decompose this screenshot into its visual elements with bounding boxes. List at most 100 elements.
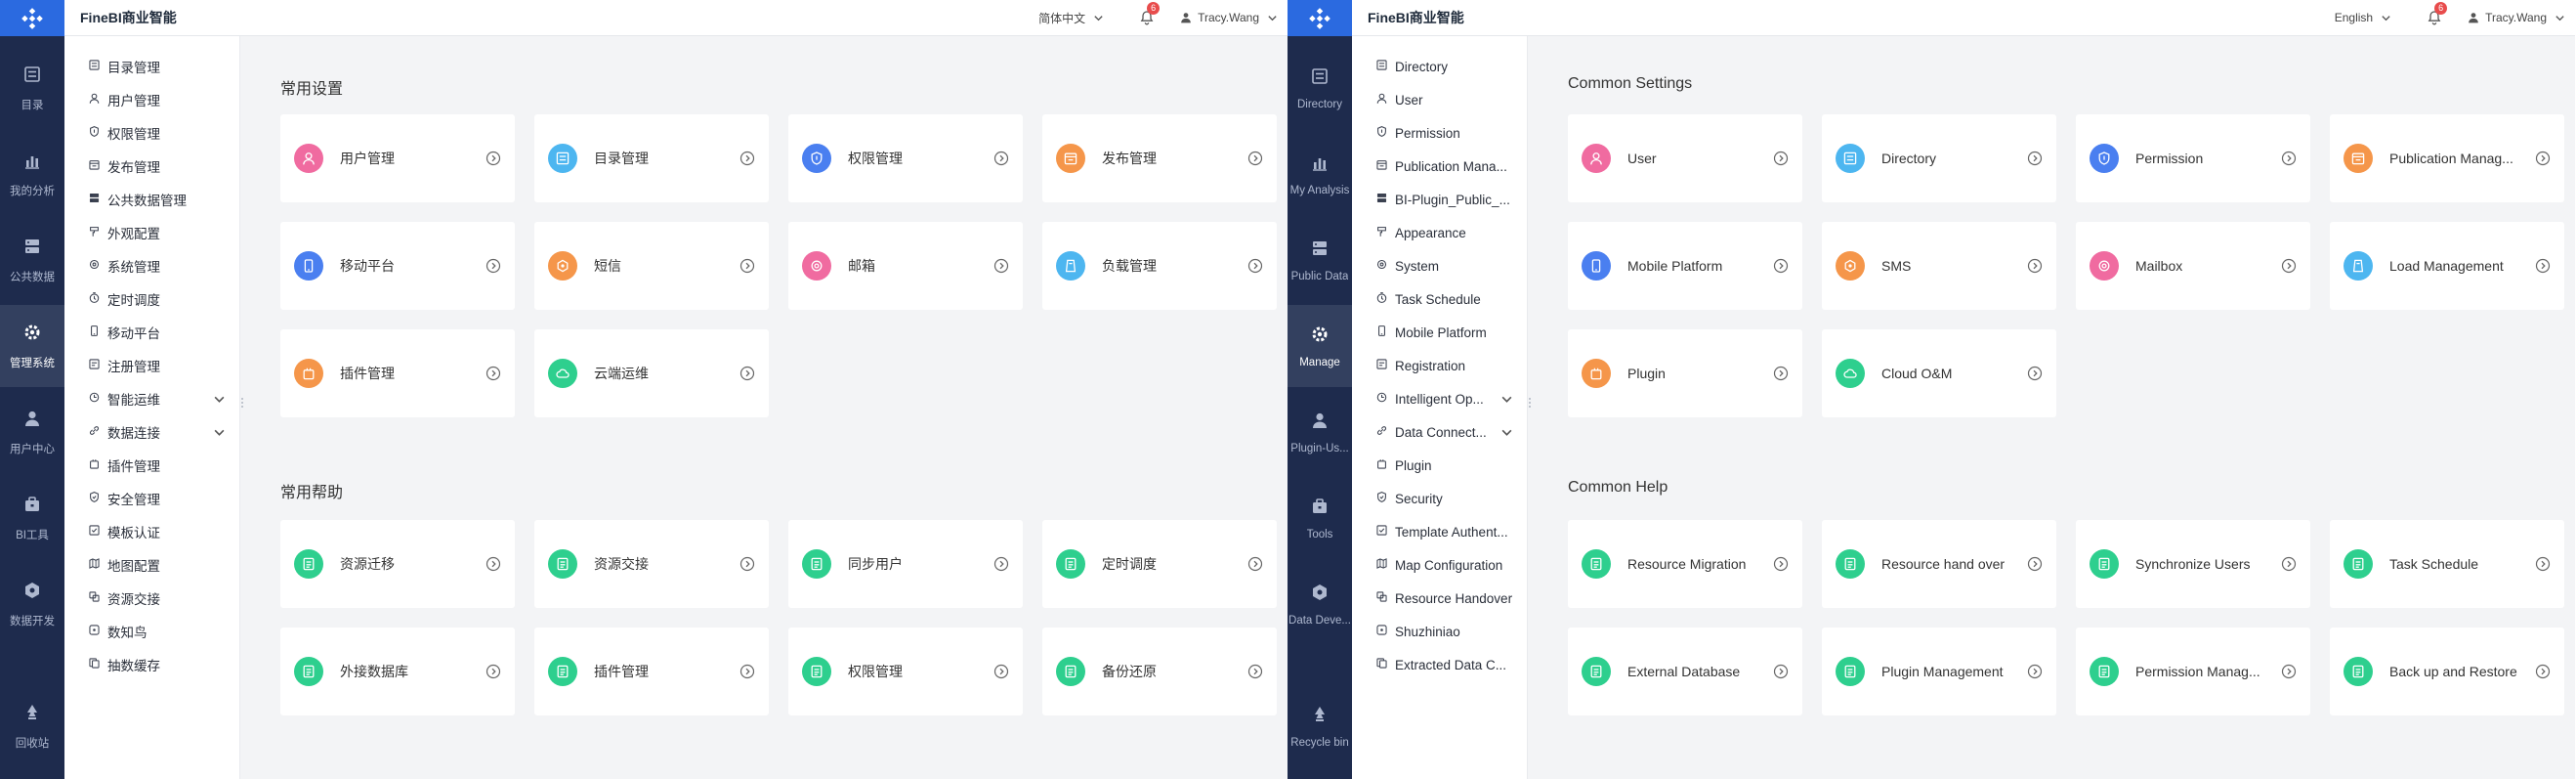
nav-item-map[interactable]: Map Configuration bbox=[1352, 548, 1528, 582]
nav-item-directory[interactable]: Directory bbox=[1352, 50, 1528, 83]
settings-card-mailbox[interactable]: 邮箱 bbox=[788, 222, 1023, 310]
help-card[interactable]: Plugin Management bbox=[1822, 628, 2056, 715]
nav-item-template-auth[interactable]: 模板认证 bbox=[64, 515, 240, 548]
nav-item-mobile[interactable]: Mobile Platform bbox=[1352, 316, 1528, 349]
help-card[interactable]: Resource hand over bbox=[1822, 520, 2056, 608]
settings-card-sms[interactable]: 短信 bbox=[534, 222, 769, 310]
nav-item-public-data[interactable]: BI-Plugin_Public_... bbox=[1352, 183, 1528, 216]
rail-item-tools[interactable]: BI工具 bbox=[0, 477, 64, 559]
rail-item-manage[interactable]: 管理系统 bbox=[0, 305, 64, 387]
nav-item-extract-cache[interactable]: Extracted Data C... bbox=[1352, 648, 1528, 681]
nav-item-permission[interactable]: Permission bbox=[1352, 116, 1528, 150]
settings-card-mobile[interactable]: 移动平台 bbox=[280, 222, 515, 310]
help-card[interactable]: 定时调度 bbox=[1042, 520, 1277, 608]
nav-item-appearance[interactable]: 外观配置 bbox=[64, 216, 240, 249]
rail-item-manage[interactable]: Manage bbox=[1288, 305, 1352, 387]
rail-item-directory[interactable]: Directory bbox=[1288, 47, 1352, 129]
rail-item-data-dev[interactable]: Data Deve... bbox=[1288, 563, 1352, 645]
nav-item-map[interactable]: 地图配置 bbox=[64, 548, 240, 582]
help-card[interactable]: 备份还原 bbox=[1042, 628, 1277, 715]
settings-card-permission[interactable]: 权限管理 bbox=[788, 114, 1023, 202]
nav-item-publication[interactable]: Publication Mana... bbox=[1352, 150, 1528, 183]
nav-item-schedule[interactable]: Task Schedule bbox=[1352, 282, 1528, 316]
nav-item-intelligent-ops[interactable]: Intelligent Op... bbox=[1352, 382, 1528, 415]
nav-item-mobile[interactable]: 移动平台 bbox=[64, 316, 240, 349]
expand-chevron[interactable] bbox=[1500, 393, 1520, 409]
nav-item-system[interactable]: 系统管理 bbox=[64, 249, 240, 282]
panel-resize-handle[interactable] bbox=[1527, 396, 1533, 411]
settings-card-user[interactable]: User bbox=[1568, 114, 1802, 202]
settings-card-permission[interactable]: Permission bbox=[2076, 114, 2310, 202]
nav-item-shuzhiniao[interactable]: Shuzhiniao bbox=[1352, 615, 1528, 648]
rail-item-recycle-bin[interactable]: Recycle bin bbox=[1288, 685, 1352, 767]
language-selector[interactable]: 简体中文 bbox=[1038, 10, 1104, 26]
rail-item-analysis[interactable]: 我的分析 bbox=[0, 133, 64, 215]
nav-item-user[interactable]: User bbox=[1352, 83, 1528, 116]
rail-item-data-dev[interactable]: 数据开发 bbox=[0, 563, 64, 645]
notification-button[interactable]: 6 bbox=[2425, 2, 2448, 27]
settings-card-publication[interactable]: Publication Manag... bbox=[2330, 114, 2564, 202]
nav-item-intelligent-ops[interactable]: 智能运维 bbox=[64, 382, 240, 415]
help-card[interactable]: 同步用户 bbox=[788, 520, 1023, 608]
nav-item-plugin[interactable]: 插件管理 bbox=[64, 449, 240, 482]
nav-item-system[interactable]: System bbox=[1352, 249, 1528, 282]
nav-item-public-data[interactable]: 公共数据管理 bbox=[64, 183, 240, 216]
settings-card-directory[interactable]: Directory bbox=[1822, 114, 2056, 202]
settings-card-sms[interactable]: SMS bbox=[1822, 222, 2056, 310]
rail-item-user-center[interactable]: Plugin-Us... bbox=[1288, 391, 1352, 473]
panel-resize-handle[interactable] bbox=[239, 396, 245, 411]
nav-item-permission[interactable]: 权限管理 bbox=[64, 116, 240, 150]
nav-item-registration[interactable]: Registration bbox=[1352, 349, 1528, 382]
settings-card-plugin[interactable]: Plugin bbox=[1568, 329, 1802, 417]
nav-item-publication[interactable]: 发布管理 bbox=[64, 150, 240, 183]
nav-item-appearance[interactable]: Appearance bbox=[1352, 216, 1528, 249]
nav-item-directory[interactable]: 目录管理 bbox=[64, 50, 240, 83]
help-card[interactable]: 权限管理 bbox=[788, 628, 1023, 715]
settings-card-directory[interactable]: 目录管理 bbox=[534, 114, 769, 202]
help-card[interactable]: Task Schedule bbox=[2330, 520, 2564, 608]
settings-card-cloud[interactable]: Cloud O&M bbox=[1822, 329, 2056, 417]
help-card[interactable]: 资源交接 bbox=[534, 520, 769, 608]
expand-chevron[interactable] bbox=[213, 393, 232, 409]
rail-item-directory[interactable]: 目录 bbox=[0, 47, 64, 129]
settings-card-cloud[interactable]: 云端运维 bbox=[534, 329, 769, 417]
expand-chevron[interactable] bbox=[213, 426, 232, 442]
settings-card-publication[interactable]: 发布管理 bbox=[1042, 114, 1277, 202]
help-card[interactable]: Resource Migration bbox=[1568, 520, 1802, 608]
home-logo-button[interactable] bbox=[1288, 0, 1352, 36]
rail-item-public-data[interactable]: 公共数据 bbox=[0, 219, 64, 301]
help-card[interactable]: External Database bbox=[1568, 628, 1802, 715]
nav-item-user[interactable]: 用户管理 bbox=[64, 83, 240, 116]
help-card[interactable]: 资源迁移 bbox=[280, 520, 515, 608]
settings-card-mailbox[interactable]: Mailbox bbox=[2076, 222, 2310, 310]
settings-card-plugin[interactable]: 插件管理 bbox=[280, 329, 515, 417]
nav-item-handover[interactable]: Resource Handover bbox=[1352, 582, 1528, 615]
rail-item-tools[interactable]: Tools bbox=[1288, 477, 1352, 559]
notification-button[interactable]: 6 bbox=[1137, 2, 1161, 27]
user-menu[interactable]: Tracy.Wang bbox=[1180, 11, 1284, 24]
help-card[interactable]: Back up and Restore bbox=[2330, 628, 2564, 715]
help-card[interactable]: 插件管理 bbox=[534, 628, 769, 715]
nav-item-data-connection[interactable]: Data Connect... bbox=[1352, 415, 1528, 449]
language-selector[interactable]: English bbox=[2335, 11, 2391, 24]
rail-item-analysis[interactable]: My Analysis bbox=[1288, 133, 1352, 215]
nav-item-registration[interactable]: 注册管理 bbox=[64, 349, 240, 382]
settings-card-user[interactable]: 用户管理 bbox=[280, 114, 515, 202]
nav-item-template-auth[interactable]: Template Authent... bbox=[1352, 515, 1528, 548]
settings-card-mobile[interactable]: Mobile Platform bbox=[1568, 222, 1802, 310]
home-logo-button[interactable] bbox=[0, 0, 64, 36]
help-card[interactable]: Synchronize Users bbox=[2076, 520, 2310, 608]
rail-item-public-data[interactable]: Public Data bbox=[1288, 219, 1352, 301]
nav-item-security[interactable]: Security bbox=[1352, 482, 1528, 515]
nav-item-handover[interactable]: 资源交接 bbox=[64, 582, 240, 615]
nav-item-shuzhiniao[interactable]: 数知鸟 bbox=[64, 615, 240, 648]
nav-item-data-connection[interactable]: 数据连接 bbox=[64, 415, 240, 449]
rail-item-user-center[interactable]: 用户中心 bbox=[0, 391, 64, 473]
user-menu[interactable]: Tracy.Wang bbox=[2468, 11, 2571, 24]
settings-card-load[interactable]: Load Management bbox=[2330, 222, 2564, 310]
nav-item-plugin[interactable]: Plugin bbox=[1352, 449, 1528, 482]
help-card[interactable]: Permission Manag... bbox=[2076, 628, 2310, 715]
expand-chevron[interactable] bbox=[1500, 426, 1520, 442]
nav-item-extract-cache[interactable]: 抽数缓存 bbox=[64, 648, 240, 681]
rail-item-recycle-bin[interactable]: 回收站 bbox=[0, 685, 64, 767]
